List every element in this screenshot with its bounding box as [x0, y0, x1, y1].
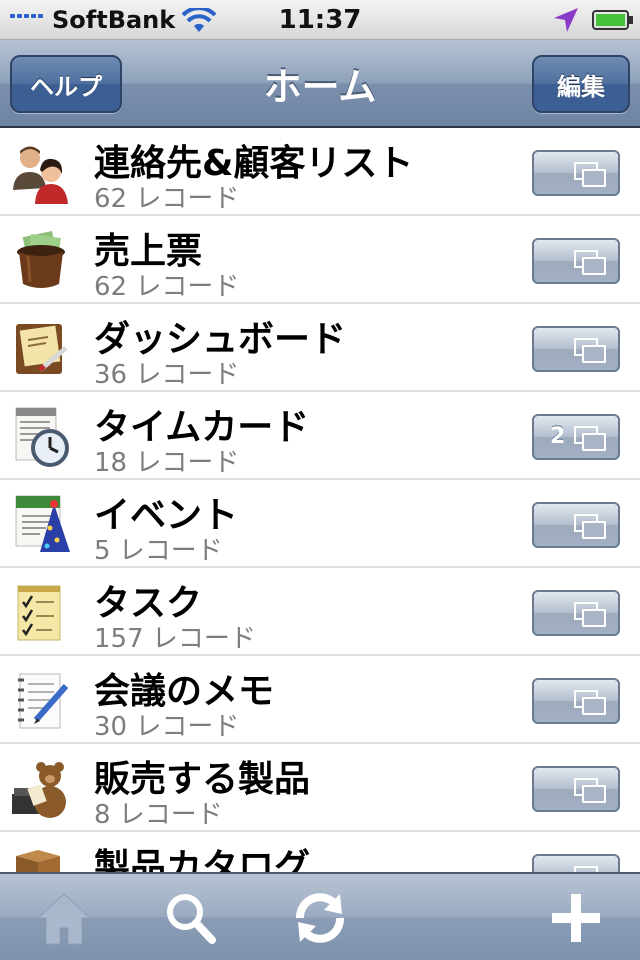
money-hat-icon	[17, 231, 65, 288]
list-item-product-catalog[interactable]: 製品カタログ	[0, 832, 640, 872]
location-arrow-icon	[554, 8, 578, 32]
contacts-people-icon	[13, 146, 68, 204]
open-windows-button[interactable]	[532, 326, 620, 372]
windows-icon	[574, 602, 606, 627]
open-windows-button[interactable]	[532, 590, 620, 636]
navigation-bar: ヘルプ ホーム 編集	[0, 40, 640, 128]
record-count: 18 レコード	[94, 448, 240, 478]
battery-icon	[592, 10, 633, 30]
windows-icon	[574, 690, 606, 715]
list-item-contacts[interactable]: 連絡先&顧客リスト 62 レコード	[0, 128, 640, 216]
timecard-clock-icon	[15, 407, 69, 467]
windows-icon	[574, 778, 606, 803]
record-count: 30 レコード	[94, 712, 240, 742]
meeting-notes-icon	[18, 673, 69, 729]
list-item-dashboard[interactable]: ダッシュボード 36 レコード	[0, 304, 640, 392]
list-item-timecard[interactable]: タイムカード 18 レコード 2	[0, 392, 640, 480]
list-item-sales-receipt[interactable]: 売上票 62 レコード	[0, 216, 640, 304]
event-calendar-icon	[15, 495, 70, 552]
record-count: 36 レコード	[94, 360, 240, 390]
open-count: 2	[550, 424, 566, 449]
open-windows-button[interactable]	[532, 150, 620, 196]
list-item-task[interactable]: タスク 157 レコード	[0, 568, 640, 656]
dashboard-notepad-icon	[16, 324, 68, 374]
sync-icon[interactable]	[290, 888, 350, 948]
open-windows-button[interactable]	[532, 238, 620, 284]
windows-icon	[574, 162, 606, 187]
products-teddy-icon	[12, 762, 66, 818]
list-item-meeting-notes[interactable]: 会議のメモ 30 レコード	[0, 656, 640, 744]
status-bar: SoftBank 11:37	[0, 0, 640, 40]
edit-button[interactable]: 編集	[532, 55, 630, 113]
record-count: 62 レコード	[94, 272, 240, 302]
status-time: 11:37	[278, 5, 362, 35]
open-windows-button[interactable]	[532, 502, 620, 548]
record-count: 5 レコード	[94, 536, 223, 566]
record-count: 157 レコード	[94, 624, 256, 654]
record-count: 8 レコード	[94, 800, 223, 830]
home-icon[interactable]	[34, 888, 94, 948]
open-windows-button[interactable]	[532, 678, 620, 724]
bottom-toolbar	[0, 872, 640, 960]
record-count: 62 レコード	[94, 184, 240, 214]
add-icon[interactable]	[546, 888, 606, 948]
windows-icon	[574, 250, 606, 275]
windows-icon	[574, 514, 606, 539]
windows-icon	[574, 338, 606, 363]
search-icon[interactable]	[160, 888, 220, 948]
catalog-boxes-icon	[16, 850, 60, 872]
windows-icon	[574, 426, 606, 451]
form-list: 連絡先&顧客リスト 62 レコード 売上票 62 レコード ダッシュボード 36…	[0, 128, 640, 872]
open-windows-button[interactable]	[532, 854, 620, 872]
open-windows-button[interactable]: 2	[532, 414, 620, 460]
list-item-event[interactable]: イベント 5 レコード	[0, 480, 640, 568]
task-checklist-icon	[17, 585, 61, 641]
record-title: 製品カタログ	[94, 847, 311, 872]
list-item-products[interactable]: 販売する製品 8 レコード	[0, 744, 640, 832]
open-windows-button[interactable]	[532, 766, 620, 812]
